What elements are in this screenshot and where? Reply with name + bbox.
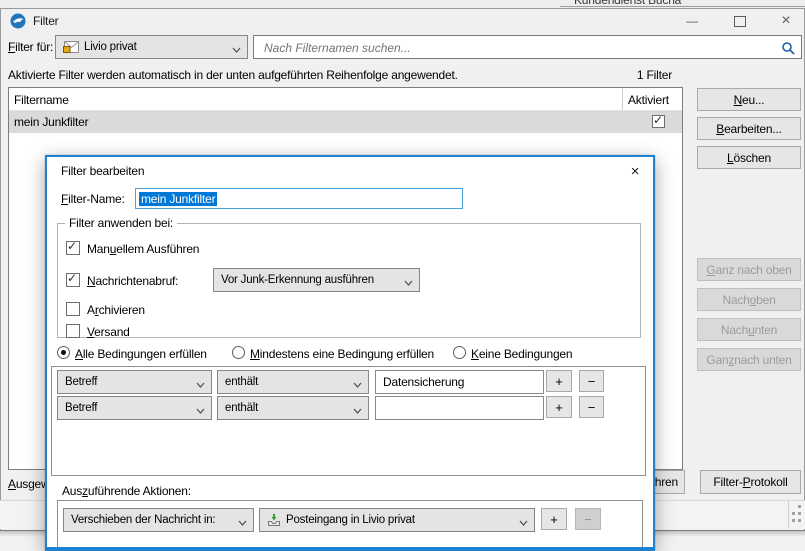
close-icon: × — [630, 162, 640, 180]
delete-button[interactable]: Löschen — [697, 146, 801, 169]
condition-value-input[interactable]: Datensicherung — [375, 370, 544, 394]
filter-name-value: mein Junkfilter — [139, 191, 218, 206]
condition-operator-value: enthält — [225, 376, 259, 388]
remove-action-button[interactable]: − — [575, 508, 601, 530]
sending-checkbox[interactable] — [66, 324, 80, 338]
retrieval-timing-select[interactable]: Vor Junk-Erkennung ausführen — [213, 268, 420, 292]
chevron-down-icon — [196, 379, 205, 391]
edit-filter-dialog: Filter bearbeiten × Filter-Name: mein Ju… — [45, 155, 655, 551]
match-any-label: Mindestens eine Bedingung erfüllen — [250, 347, 434, 361]
account-select-value: Livio privat — [84, 41, 137, 53]
dialog-title: Filter bearbeiten — [61, 164, 145, 178]
condition-field-select[interactable]: Betreff — [57, 396, 212, 420]
chevron-down-icon — [232, 44, 241, 56]
chevron-down-icon — [353, 379, 362, 391]
filter-search-box[interactable] — [253, 35, 802, 59]
dialog-close-button[interactable]: × — [625, 162, 645, 180]
add-action-button[interactable]: + — [541, 508, 567, 530]
retrieval-checkbox[interactable] — [66, 271, 80, 287]
close-icon: × — [781, 12, 791, 29]
filter-row-name: mein Junkfilter — [14, 115, 89, 129]
manual-run-checkbox[interactable] — [66, 239, 80, 255]
inbox-icon — [267, 513, 281, 527]
filter-row[interactable]: mein Junkfilter — [9, 111, 682, 133]
column-header-aktiviert[interactable]: Aktiviert — [628, 93, 669, 107]
filter-name-input[interactable]: mein Junkfilter — [135, 188, 463, 209]
maximize-icon — [734, 15, 746, 27]
action-type-value: Verschieben der Nachricht in: — [71, 514, 216, 526]
action-target-folder-select[interactable]: Posteingang in Livio privat — [259, 508, 535, 532]
chevron-down-icon — [404, 277, 413, 289]
remove-condition-button[interactable]: − — [579, 396, 604, 418]
chevron-down-icon — [353, 405, 362, 417]
match-none-radio[interactable] — [453, 346, 466, 359]
screen: Kundendienst Bucha Filter — × Filter für… — [0, 0, 805, 551]
retrieval-timing-value: Vor Junk-Erkennung ausführen — [221, 274, 374, 286]
chevron-down-icon — [238, 517, 247, 529]
condition-field-select[interactable]: Betreff — [57, 370, 212, 394]
edit-button[interactable]: Bearbeiten... — [697, 117, 801, 140]
chevron-down-icon — [196, 405, 205, 417]
condition-operator-value: enthält — [225, 402, 259, 414]
account-select[interactable]: Livio privat — [55, 35, 248, 59]
move-top-button[interactable]: Ganz nach oben — [697, 258, 801, 281]
add-condition-button[interactable]: + — [546, 370, 572, 392]
add-condition-button[interactable]: + — [546, 396, 572, 418]
filter-enabled-checkbox[interactable] — [652, 113, 665, 128]
move-up-button[interactable]: Nach o ben — [697, 288, 801, 311]
minimize-icon: — — [686, 14, 698, 28]
close-button[interactable]: × — [770, 10, 802, 32]
apply-when-legend: Filter anwenden bei: — [65, 216, 178, 230]
move-down-button[interactable]: Nach u nten — [697, 318, 801, 341]
match-all-label: Alle Bedingungen erfüllen — [75, 347, 207, 361]
info-text: Aktivierte Filter werden automatisch in … — [8, 68, 458, 82]
match-all-radio[interactable] — [57, 346, 70, 359]
filter-name-label: Filter-Name: — [61, 192, 125, 206]
minimize-button[interactable]: — — [676, 10, 708, 32]
actions-label: Auszuführende Aktionen: — [62, 484, 191, 498]
search-input[interactable] — [262, 38, 776, 58]
window-title: Filter — [33, 14, 59, 28]
condition-operator-select[interactable]: enthält — [217, 396, 369, 420]
background-window-edge — [560, 6, 805, 7]
new-button[interactable]: Neu... — [697, 88, 801, 111]
filter-count: 1 Filter — [636, 68, 672, 82]
maximize-button[interactable] — [724, 10, 756, 32]
column-header-filtername[interactable]: Filtername — [14, 93, 69, 107]
resize-grip-icon[interactable] — [789, 504, 803, 529]
condition-value-text: Datensicherung — [383, 375, 465, 389]
condition-value-input[interactable] — [375, 396, 544, 420]
archiving-checkbox[interactable] — [66, 302, 80, 316]
match-none-label: Keine Bedingungen — [471, 347, 573, 361]
action-target-value: Posteingang in Livio privat — [286, 514, 415, 526]
filter-for-label: Filter für: — [8, 40, 54, 54]
mail-account-icon — [63, 41, 79, 53]
match-any-radio[interactable] — [232, 346, 245, 359]
sending-label: Versand — [87, 325, 130, 339]
retrieval-label: Nachrichtenabruf: — [87, 274, 179, 288]
thunderbird-icon — [10, 13, 26, 32]
chevron-down-icon — [519, 517, 528, 529]
remove-condition-button[interactable]: − — [579, 370, 604, 392]
column-separator — [622, 88, 623, 110]
apply-filters-label-fragment: Ausgew — [8, 477, 50, 491]
search-icon — [781, 41, 795, 58]
manual-run-label: Manuellem Ausführen — [87, 242, 200, 256]
condition-field-value: Betreff — [65, 376, 98, 388]
archiving-label: Archivieren — [87, 303, 145, 317]
action-type-select[interactable]: Verschieben der Nachricht in: — [63, 508, 254, 532]
move-bottom-button[interactable]: Gan z nach unten — [697, 348, 801, 371]
filter-log-button[interactable]: Filter- Protokoll — [700, 470, 801, 494]
condition-operator-select[interactable]: enthält — [217, 370, 369, 394]
condition-field-value: Betreff — [65, 402, 98, 414]
